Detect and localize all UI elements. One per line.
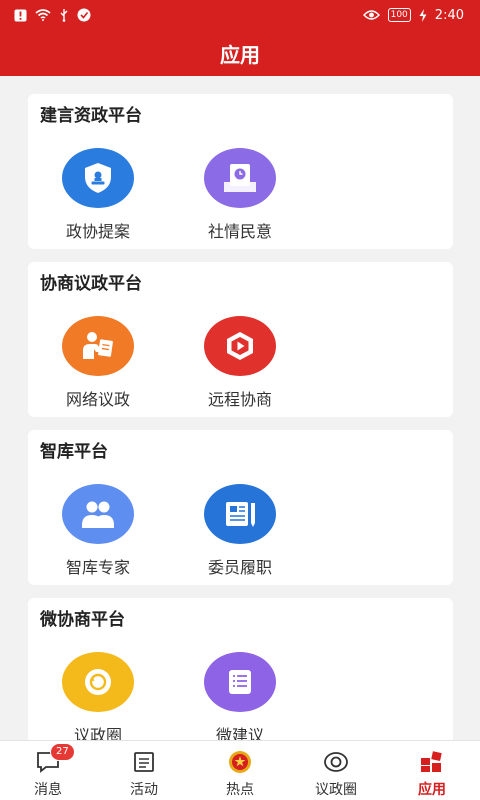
tab-label: 热点 <box>226 782 254 798</box>
app-zhiku-zhuanjia[interactable]: 智库专家 <box>38 484 158 578</box>
app-label: 委员履职 <box>207 558 272 577</box>
section-zhiku: 智库平台 智库专家 委员履职 <box>28 430 453 585</box>
app-weiyuan-lvzhi[interactable]: 委员履职 <box>180 484 300 578</box>
tab-yizhengquan[interactable]: 议政圈 <box>288 741 384 800</box>
section-title: 建言资政平台 <box>40 106 142 126</box>
circle-refresh-icon <box>62 652 134 712</box>
activity-list-icon <box>130 749 158 775</box>
app-label: 议政圈 <box>73 726 122 740</box>
app-label: 政协提案 <box>65 222 130 241</box>
app-label: 远程协商 <box>207 390 272 409</box>
page-title: 应用 <box>220 42 260 67</box>
status-time: 2:40 <box>434 7 464 23</box>
list-note-icon <box>204 652 276 712</box>
usb-icon <box>59 8 69 22</box>
app-yuancheng-xieshang[interactable]: 远程协商 <box>180 316 300 410</box>
status-bar: 100 2:40 <box>0 0 480 30</box>
group-users-icon <box>62 484 134 544</box>
app-yizhengquan[interactable]: 议政圈 <box>38 652 158 740</box>
message-icon: 27 <box>34 743 75 775</box>
emblem-icon <box>226 749 254 775</box>
unread-badge: 27 <box>50 743 75 761</box>
tab-label: 应用 <box>418 782 446 798</box>
app-weijianyi[interactable]: 微建议 <box>180 652 300 740</box>
app-sheqing-minyi[interactable]: 社情民意 <box>180 148 300 242</box>
eye-circle-icon <box>322 749 350 775</box>
app-wangluo-yizheng[interactable]: 网络议政 <box>38 316 158 410</box>
app-label: 网络议政 <box>65 390 130 409</box>
tab-label: 活动 <box>130 782 158 798</box>
newspaper-pen-icon <box>204 484 276 544</box>
tab-hotspot[interactable]: 热点 <box>192 741 288 800</box>
app-label: 智库专家 <box>65 558 130 577</box>
charging-icon <box>419 8 427 22</box>
app-label: 微建议 <box>215 726 264 740</box>
bottom-tab-bar: 27 消息 活动 热点 议政圈 应用 <box>0 740 480 800</box>
app-sections[interactable]: 建言资政平台 政协提案 社情民意 协商议政平台 网络议政 远程协商 智库平台 智… <box>0 76 480 740</box>
alert-icon <box>14 9 27 22</box>
tab-messages[interactable]: 27 消息 <box>0 741 96 800</box>
wifi-icon <box>35 9 51 21</box>
section-title: 微协商平台 <box>40 610 125 630</box>
document-clock-icon <box>204 148 276 208</box>
shield-stamp-icon <box>62 148 134 208</box>
section-weixieshang: 微协商平台 议政圈 微建议 <box>28 598 453 740</box>
tab-activity[interactable]: 活动 <box>96 741 192 800</box>
section-jianyan: 建言资政平台 政协提案 社情民意 <box>28 94 453 249</box>
section-xieshang: 协商议政平台 网络议政 远程协商 <box>28 262 453 417</box>
section-title: 智库平台 <box>40 442 108 462</box>
tab-label: 议政圈 <box>315 782 357 798</box>
person-reading-icon <box>62 316 134 376</box>
video-play-icon <box>204 316 276 376</box>
battery-indicator: 100 <box>387 8 411 22</box>
tab-label: 消息 <box>34 782 62 798</box>
app-label: 社情民意 <box>207 222 272 241</box>
app-notify-icon <box>77 8 91 22</box>
eye-icon <box>362 9 380 21</box>
title-bar: 应用 <box>0 30 480 76</box>
section-title: 协商议政平台 <box>40 274 142 294</box>
apps-grid-icon <box>418 749 446 775</box>
app-zhengxie-tian[interactable]: 政协提案 <box>38 148 158 242</box>
tab-apps[interactable]: 应用 <box>384 741 480 800</box>
